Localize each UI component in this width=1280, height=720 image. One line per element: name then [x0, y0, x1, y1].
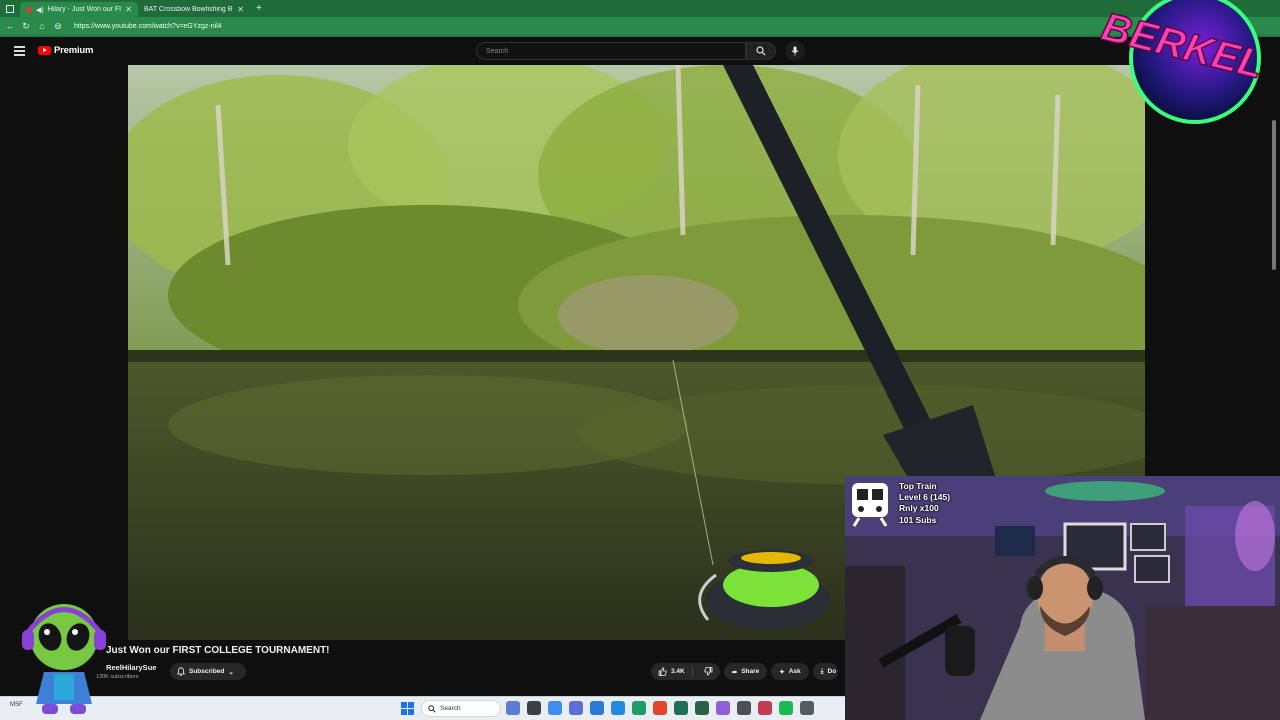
- brand-label: Premium: [54, 45, 94, 56]
- search-icon: [428, 705, 436, 713]
- share-button[interactable]: ➦ Share: [723, 663, 768, 680]
- app-icon[interactable]: [779, 701, 793, 715]
- taskbar-search[interactable]: Search: [421, 700, 501, 717]
- like-button[interactable]: 3.4K: [651, 666, 693, 677]
- train-note: Rnly x100: [899, 503, 939, 514]
- menu-icon[interactable]: [14, 46, 25, 58]
- reload-icon[interactable]: ↻: [20, 21, 32, 32]
- like-dislike-group: 3.4K: [651, 663, 720, 680]
- youtube-header: Premium Search: [0, 37, 1280, 65]
- top-train-widget: Top Train Level 6 (145) Rnly x100 101 Su…: [849, 481, 950, 527]
- app-icon[interactable]: [674, 701, 688, 715]
- taskbar-search-label: Search: [440, 705, 461, 712]
- tab-bat-crossbow[interactable]: BAT Crossbow Bowfishing Bundle ✕: [138, 2, 250, 17]
- share-label: Share: [741, 668, 760, 675]
- youtube-favicon-icon: [26, 6, 32, 13]
- site-info-icon[interactable]: ⊜: [52, 21, 64, 32]
- thumbs-down-icon: [704, 667, 713, 676]
- youtube-logo[interactable]: Premium: [38, 45, 93, 56]
- sparkle-icon: ✦: [779, 668, 785, 676]
- tab-title: Hilary - Just Won our FIRST: [47, 6, 122, 13]
- app-icon[interactable]: [800, 701, 814, 715]
- train-icon: [852, 483, 888, 527]
- download-icon: ⤓: [820, 667, 824, 675]
- ask-button[interactable]: ✦ Ask: [771, 663, 809, 680]
- start-button[interactable]: [401, 702, 414, 715]
- browser-tab-strip: ◀) Hilary - Just Won our FIRST ✕ BAT Cro…: [0, 0, 1280, 17]
- speaker-icon[interactable]: ◀): [36, 6, 44, 14]
- train-level: Level 6 (145): [899, 492, 951, 503]
- train-subs: 101 Subs: [899, 514, 937, 525]
- search-input[interactable]: Search: [476, 42, 746, 60]
- berkel-logo: BERKEL: [1097, 0, 1268, 124]
- share-icon: ➦: [731, 668, 738, 676]
- close-icon[interactable]: ✕: [125, 5, 132, 14]
- dislike-button[interactable]: [697, 667, 720, 676]
- new-tab-icon[interactable]: +: [256, 3, 262, 14]
- app-icon[interactable]: [590, 701, 604, 715]
- home-icon[interactable]: ⌂: [36, 21, 48, 31]
- subscribed-button[interactable]: Subscribed ⌄: [170, 663, 246, 680]
- app-icon[interactable]: [506, 701, 520, 715]
- app-icon[interactable]: [653, 701, 667, 715]
- train-title: Top Train: [899, 481, 937, 491]
- windows-taskbar: MSF Search: [0, 696, 845, 720]
- close-icon[interactable]: ✕: [237, 5, 244, 14]
- bell-icon: [177, 667, 185, 676]
- app-icon[interactable]: [611, 701, 625, 715]
- train-stats: Top Train Level 6 (145) Rnly x100 101 Su…: [899, 481, 950, 527]
- app-icon[interactable]: [527, 701, 541, 715]
- app-icon[interactable]: [632, 701, 646, 715]
- download-button[interactable]: ⤓ Do: [812, 663, 839, 680]
- download-label: Do: [827, 668, 837, 675]
- app-icon[interactable]: [569, 701, 583, 715]
- streamer-logo-overlay: BERKEL: [1095, 0, 1280, 125]
- app-icon[interactable]: [695, 701, 709, 715]
- search-button[interactable]: [746, 42, 776, 60]
- chevron-down-icon: ⌄: [228, 668, 234, 676]
- subscribed-label: Subscribed: [189, 668, 225, 675]
- video-title: Just Won our FIRST COLLEGE TOURNAMENT!: [106, 645, 330, 656]
- ask-label: Ask: [788, 668, 801, 675]
- page-scrollbar[interactable]: [1272, 120, 1276, 270]
- tab-actions-icon[interactable]: [6, 4, 14, 13]
- app-icon[interactable]: [548, 701, 562, 715]
- tab-youtube-video[interactable]: ◀) Hilary - Just Won our FIRST ✕: [20, 2, 138, 17]
- address-bar: ← ↻ ⌂ ⊜ https://www.youtube.com/watch?v=…: [0, 17, 1280, 37]
- youtube-play-icon: [38, 46, 51, 55]
- voice-search-button[interactable]: [785, 41, 805, 61]
- like-count: 3.4K: [671, 668, 685, 675]
- app-icon[interactable]: [737, 701, 751, 715]
- alien-mascot-overlay: [22, 604, 106, 714]
- search-icon: [756, 46, 766, 56]
- video-actions: 3.4K ➦ Share ✦ Ask ⤓ Do: [651, 663, 839, 680]
- tab-title: BAT Crossbow Bowfishing Bundle: [144, 6, 233, 13]
- app-icon[interactable]: [758, 701, 772, 715]
- taskbar-pinned-apps: [506, 701, 814, 715]
- thumbs-up-icon: [658, 667, 667, 676]
- back-icon[interactable]: ←: [4, 21, 16, 31]
- microphone-icon: [791, 46, 799, 56]
- screen: ◀) Hilary - Just Won our FIRST ✕ BAT Cro…: [0, 0, 1280, 720]
- url-field[interactable]: https://www.youtube.com/watch?v=eGYzgz-n…: [74, 23, 222, 30]
- app-icon[interactable]: [716, 701, 730, 715]
